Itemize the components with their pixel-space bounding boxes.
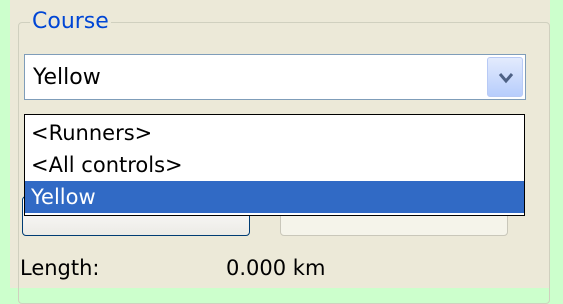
dropdown-option-yellow[interactable]: Yellow: [25, 181, 524, 213]
course-select[interactable]: Yellow: [24, 54, 526, 100]
dropdown-option-all-controls[interactable]: <All controls>: [25, 149, 524, 181]
course-group-label: Course: [30, 9, 111, 35]
course-dropdown-button[interactable]: [487, 57, 523, 97]
length-label: Length:: [20, 256, 100, 280]
length-value: 0.000 km: [226, 256, 326, 280]
dropdown-option-runners[interactable]: <Runners>: [25, 117, 524, 149]
chevron-down-icon: [498, 73, 514, 84]
course-dropdown-list[interactable]: <Runners> <All controls> Yellow: [24, 114, 525, 216]
course-select-value: Yellow: [33, 65, 101, 90]
